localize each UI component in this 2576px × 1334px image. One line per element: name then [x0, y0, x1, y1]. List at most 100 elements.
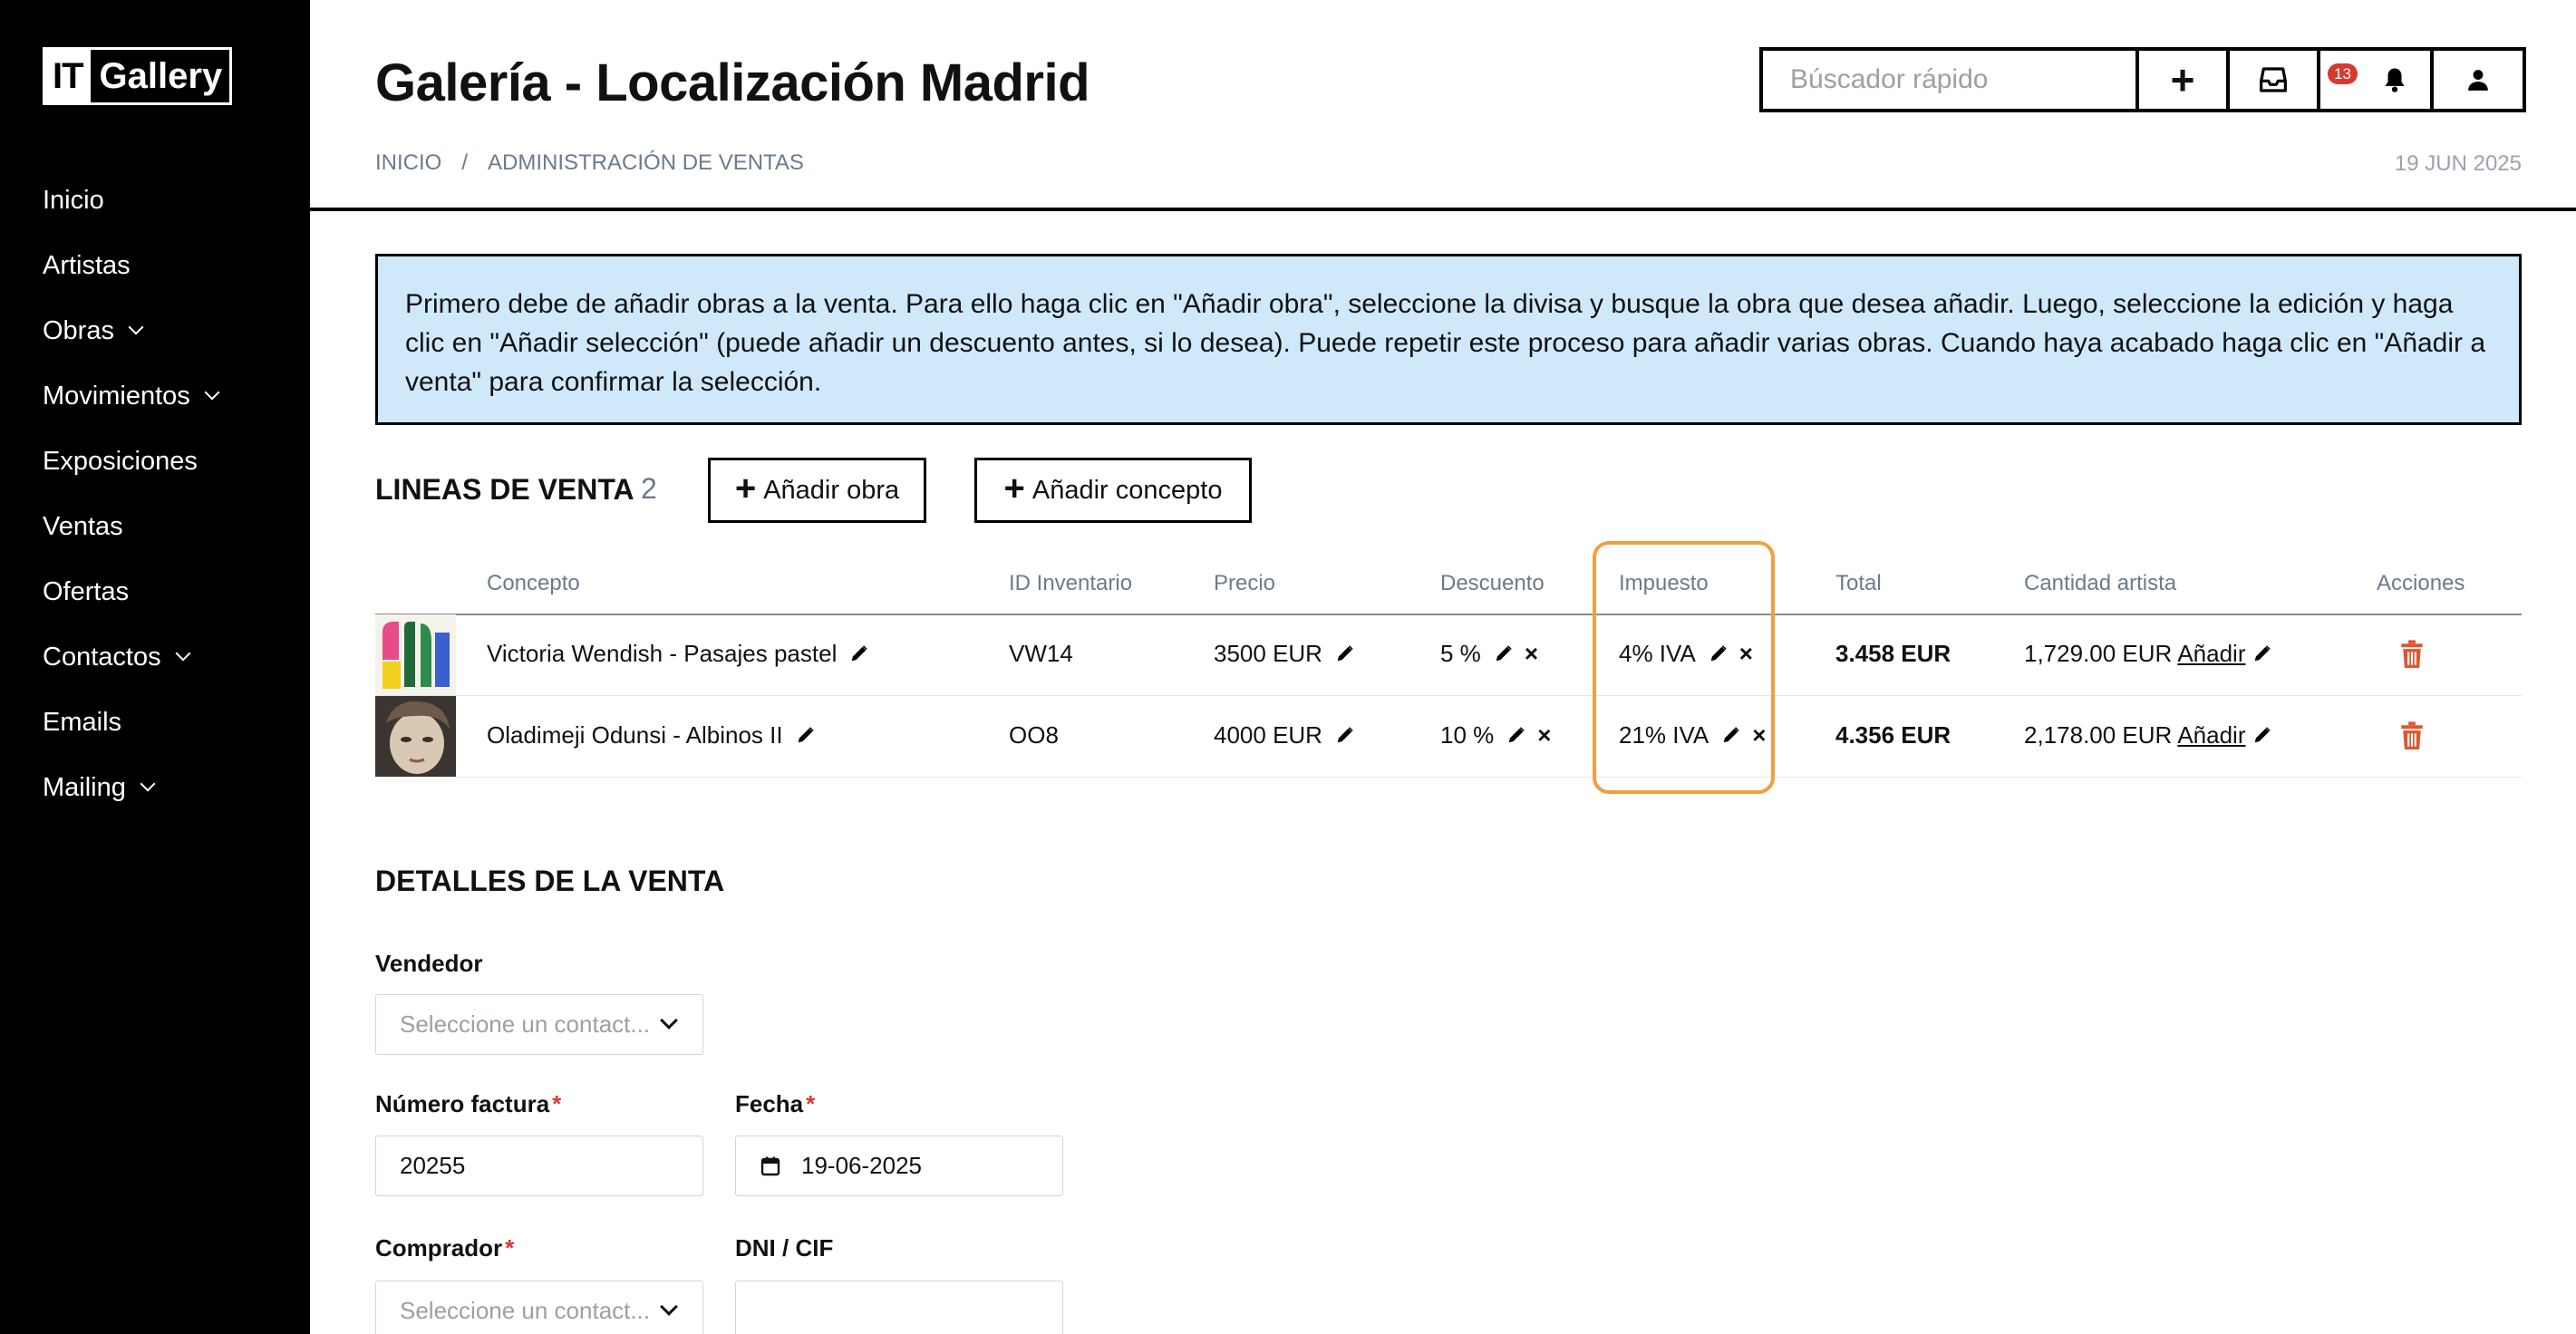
- chevron-down-icon: [128, 319, 144, 335]
- table-cell-concepto: Oladimeji Odunsi - Albinos II: [487, 717, 816, 753]
- invoice-number-label-text: Número factura: [375, 1090, 550, 1117]
- date-label: Fecha *: [735, 1090, 815, 1118]
- add-artwork-button[interactable]: + Añadir obra: [708, 458, 926, 523]
- remove-discount-icon[interactable]: ×: [1525, 640, 1538, 668]
- add-artwork-label: Añadir obra: [763, 475, 900, 505]
- add-concept-button[interactable]: + Añadir concepto: [974, 458, 1252, 523]
- user-icon: [2468, 70, 2488, 91]
- price-text: 4000 EUR: [1214, 720, 1322, 749]
- required-asterisk: *: [505, 1234, 515, 1262]
- artwork-thumbnail-image: [375, 696, 456, 777]
- invoice-number-label: Número factura *: [375, 1090, 561, 1118]
- table-cell-descuento: 10 % ×: [1440, 717, 1551, 753]
- sidebar-item-emails[interactable]: Emails: [43, 690, 218, 755]
- sidebar-item-label: Ventas: [43, 511, 123, 541]
- sidebar-item-label: Exposiciones: [43, 446, 198, 476]
- sidebar-item-label: Ofertas: [43, 576, 130, 606]
- pencil-icon[interactable]: [796, 725, 816, 745]
- sidebar-item-ofertas[interactable]: Ofertas: [43, 559, 218, 624]
- required-asterisk: *: [806, 1090, 816, 1117]
- sidebar-item-mailing[interactable]: Mailing: [43, 755, 218, 820]
- bell-icon: [2384, 68, 2405, 92]
- info-message: Primero debe de añadir obras a la venta.…: [375, 254, 2522, 425]
- date-value: 19-06-2025: [801, 1152, 922, 1179]
- trash-icon[interactable]: [2400, 640, 2424, 669]
- sidebar-item-exposiciones[interactable]: Exposiciones: [43, 429, 218, 494]
- sale-lines-title: LINEAS DE VENTA: [375, 473, 634, 506]
- concept-text: Victoria Wendish - Pasajes pastel: [487, 639, 838, 667]
- plus-icon: +: [2170, 56, 2195, 103]
- page-title: Galería - Localización Madrid: [375, 53, 1090, 112]
- top-toolbar: Búscador rápido + 13: [1759, 47, 2526, 112]
- seller-placeholder: Seleccione un contact...: [400, 1010, 651, 1038]
- sidebar-item-label: Mailing: [43, 772, 126, 802]
- sidebar-item-artistas[interactable]: Artistas: [43, 233, 218, 298]
- pencil-icon[interactable]: [1494, 643, 1514, 663]
- invoice-number-value: 20255: [400, 1152, 466, 1179]
- pencil-icon[interactable]: [2252, 725, 2272, 745]
- header-date: 19 JUN 2025: [2394, 151, 2522, 176]
- inbox-button[interactable]: [2230, 51, 2320, 109]
- artwork-thumbnail: [375, 614, 456, 695]
- table-cell-total: 3.458 EUR: [1835, 639, 1951, 667]
- invoice-number-input[interactable]: 20255: [375, 1136, 703, 1196]
- discount-text: 5 %: [1440, 639, 1481, 667]
- price-text: 3500 EUR: [1214, 639, 1322, 667]
- buyer-placeholder: Seleccione un contact...: [400, 1297, 651, 1324]
- user-button[interactable]: [2434, 51, 2523, 109]
- row-divider: [375, 777, 2522, 778]
- seller-select[interactable]: Seleccione un contact...: [375, 994, 703, 1055]
- sidebar-item-label: Movimientos: [43, 381, 190, 411]
- sidebar-item-label: Emails: [43, 707, 122, 737]
- add-artist-amount-link[interactable]: Añadir: [2177, 721, 2245, 749]
- sidebar-item-inicio[interactable]: Inicio: [43, 168, 218, 233]
- pencil-icon[interactable]: [1335, 643, 1355, 663]
- sidebar-item-movimientos[interactable]: Movimientos: [43, 363, 220, 429]
- column-header-concepto: Concepto: [487, 571, 580, 595]
- notifications-button[interactable]: 13: [2320, 51, 2434, 109]
- pencil-icon[interactable]: [2252, 643, 2272, 663]
- logo-it: IT: [45, 50, 91, 102]
- sidebar-item-ventas[interactable]: Ventas: [43, 494, 218, 559]
- table-cell-id: OO8: [1009, 720, 1059, 749]
- pencil-icon[interactable]: [849, 643, 869, 663]
- buyer-label-text: Comprador: [375, 1234, 503, 1262]
- date-input[interactable]: 19-06-2025: [735, 1136, 1063, 1196]
- sidebar-nav: Inicio Artistas Obras Movimientos Exposi…: [43, 168, 220, 820]
- breadcrumb-inicio[interactable]: INICIO: [375, 150, 441, 176]
- table-cell-id: VW14: [1009, 639, 1073, 667]
- add-artist-amount-link[interactable]: Añadir: [2177, 640, 2245, 668]
- table-cell-descuento: 5 % ×: [1440, 635, 1538, 672]
- required-asterisk: *: [552, 1090, 562, 1117]
- dni-cif-label: DNI / CIF: [735, 1234, 834, 1262]
- quick-search-input[interactable]: Búscador rápido: [1763, 51, 2139, 109]
- plus-icon: +: [1003, 469, 1025, 508]
- pencil-icon[interactable]: [1335, 725, 1355, 745]
- chevron-down-icon: [204, 384, 220, 401]
- sidebar-item-obras[interactable]: Obras: [43, 298, 218, 363]
- trash-icon[interactable]: [2400, 721, 2424, 750]
- table-cell-cantidad: 1,729.00 EUR Añadir: [2024, 635, 2272, 672]
- inbox-icon: [2260, 67, 2287, 92]
- sidebar: IT Gallery Inicio Artistas Obras Movimie…: [0, 0, 310, 1334]
- table-cell-precio: 4000 EUR: [1214, 717, 1355, 753]
- table-cell-cantidad: 2,178.00 EUR Añadir: [2024, 717, 2272, 753]
- dni-cif-input[interactable]: [735, 1281, 1063, 1334]
- add-button[interactable]: +: [2139, 51, 2230, 109]
- app-logo[interactable]: IT Gallery: [43, 47, 233, 105]
- breadcrumb-current: ADMINISTRACIÓN DE VENTAS: [488, 150, 804, 175]
- add-concept-label: Añadir concepto: [1031, 475, 1223, 505]
- sidebar-item-contactos[interactable]: Contactos: [43, 624, 218, 690]
- concept-text: Oladimeji Odunsi - Albinos II: [487, 720, 783, 749]
- pencil-icon[interactable]: [1506, 725, 1526, 745]
- artist-amount-text: 1,729.00 EUR: [2024, 639, 2173, 667]
- buyer-select[interactable]: Seleccione un contact...: [375, 1281, 703, 1334]
- sale-lines-count: 2: [641, 472, 657, 505]
- chevron-down-icon: [660, 1298, 678, 1316]
- discount-text: 10 %: [1440, 720, 1495, 749]
- header-divider: [310, 208, 2576, 211]
- chevron-down-icon: [175, 645, 191, 662]
- remove-discount-icon[interactable]: ×: [1537, 721, 1551, 749]
- plus-icon: +: [734, 469, 757, 508]
- logo-gallery: Gallery: [99, 55, 223, 96]
